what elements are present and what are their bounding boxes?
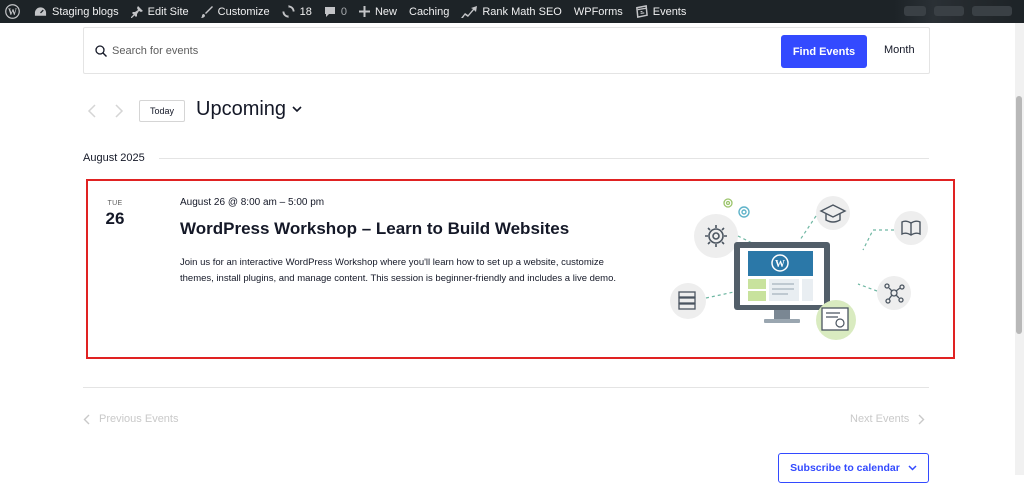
rank-math-icon — [461, 5, 478, 18]
comments-count: 0 — [340, 5, 347, 18]
small-gear-icon — [738, 206, 750, 218]
rank-math-label: Rank Math SEO — [482, 5, 562, 18]
content-divider — [83, 387, 929, 388]
event-featured-image[interactable]: W — [668, 192, 930, 344]
next-events-label: Next Events — [850, 413, 910, 425]
wpforms-menu[interactable]: WPForms — [568, 0, 629, 23]
svg-text:W: W — [8, 7, 17, 17]
month-separator-label: August 2025 — [83, 152, 145, 164]
subscribe-label: Subscribe to calendar — [790, 462, 900, 474]
edit-site-label: Edit Site — [147, 5, 189, 18]
plus-icon — [358, 6, 370, 17]
event-description: Join us for an interactive WordPress Wor… — [180, 257, 617, 284]
view-selector-month[interactable]: Month — [884, 44, 915, 56]
site-name-menu[interactable]: Staging blogs — [28, 0, 125, 23]
chevron-right-icon — [918, 414, 925, 425]
chevron-down-icon — [292, 106, 302, 113]
server-circle-bg — [670, 283, 706, 319]
comment-icon — [324, 6, 336, 18]
search-icon — [95, 44, 107, 62]
new-content-menu[interactable]: New — [353, 0, 403, 23]
event-day-of-week: TUE — [107, 200, 123, 207]
gear-circle-bg — [694, 214, 738, 258]
updates-count: 18 — [299, 5, 312, 18]
tiny-gear-icon — [723, 198, 733, 208]
updates-link[interactable]: 18 — [276, 0, 318, 23]
search-input[interactable] — [112, 38, 712, 64]
update-icon — [282, 5, 295, 18]
find-events-button[interactable]: Find Events — [781, 35, 867, 68]
previous-events-link[interactable]: Previous Events — [83, 413, 178, 425]
next-events-link[interactable]: Next Events — [850, 413, 925, 425]
dashboard-icon — [34, 6, 47, 18]
certificate-icon — [816, 300, 856, 340]
network-circle-bg — [877, 276, 911, 310]
wordpress-icon: W — [5, 4, 20, 19]
subscribe-to-calendar-button[interactable]: Subscribe to calendar — [778, 453, 929, 483]
svg-text:W: W — [775, 259, 785, 270]
caching-label: Caching — [409, 5, 450, 18]
rank-math-menu[interactable]: Rank Math SEO — [455, 0, 567, 23]
event-title-link[interactable]: WordPress Workshop – Learn to Build Webs… — [180, 219, 569, 239]
event-datetime: August 26 @ 8:00 am – 5:00 pm — [180, 197, 325, 208]
caching-menu[interactable]: Caching — [403, 0, 455, 23]
next-arrow-icon[interactable] — [113, 103, 125, 119]
upcoming-label: Upcoming — [196, 98, 287, 120]
event-day-number: 26 — [105, 209, 125, 228]
events-calendar-icon — [635, 5, 648, 18]
today-button[interactable]: Today — [139, 100, 185, 122]
chevron-down-icon — [908, 465, 917, 471]
customize-label: Customize — [217, 5, 270, 18]
customize-link[interactable]: Customize — [195, 0, 276, 23]
month-separator: August 2025 — [83, 150, 929, 166]
admin-bar: W Staging blogs Edit Site Customize 18 0 — [0, 0, 1024, 23]
previous-arrow-icon[interactable] — [86, 103, 98, 119]
account-menu-blurred[interactable] — [894, 0, 1024, 23]
pin-icon — [130, 5, 143, 18]
previous-events-label: Previous Events — [99, 413, 179, 425]
graduation-circle-bg — [816, 196, 850, 230]
events-menu[interactable]: Events — [629, 0, 693, 23]
events-label: Events — [652, 5, 687, 18]
site-name-label: Staging blogs — [52, 5, 119, 18]
monitor-illustration: W — [734, 242, 830, 323]
month-separator-line — [158, 157, 929, 159]
scrollbar-thumb[interactable] — [1016, 96, 1022, 334]
comments-link[interactable]: 0 — [318, 0, 353, 23]
wpforms-label: WPForms — [573, 5, 623, 18]
event-date-tag: TUE 26 — [104, 200, 126, 229]
new-label: New — [374, 5, 397, 18]
edit-site-link[interactable]: Edit Site — [125, 0, 195, 23]
events-search-bar: Find Events Month — [83, 27, 930, 74]
wordpress-logo-menu[interactable]: W — [0, 0, 28, 23]
chevron-left-icon — [83, 414, 90, 425]
brush-icon — [200, 5, 213, 18]
date-range-selector[interactable]: Upcoming — [196, 98, 302, 121]
